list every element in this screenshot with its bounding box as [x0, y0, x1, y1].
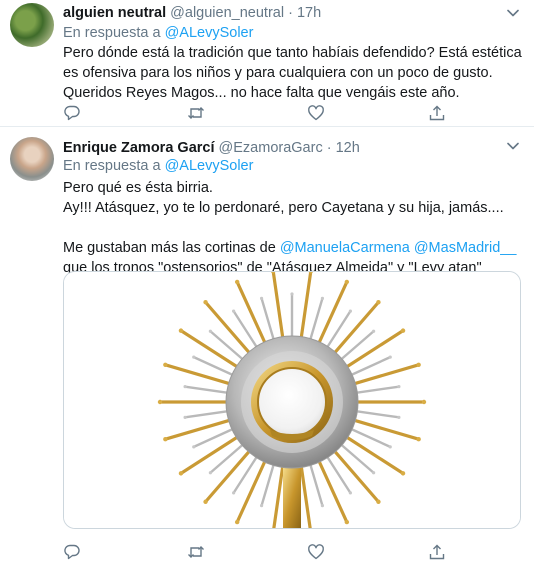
monstrance-ray-tip	[397, 415, 401, 419]
tweet[interactable]: Enrique Zamora Garcí @EzamoraGarc · 12h …	[0, 127, 534, 568]
monstrance-ray-tip	[388, 445, 392, 449]
monstrance-ray-tip	[183, 415, 187, 419]
monstrance-ray-tip	[259, 504, 264, 508]
monstrance-ray-tip	[232, 491, 236, 495]
tweet-actions	[63, 543, 463, 561]
chevron-down-icon[interactable]	[506, 6, 520, 20]
retweet-icon[interactable]	[187, 104, 205, 122]
tweet[interactable]: alguien neutral @alguien_neutral · 17h E…	[0, 0, 534, 127]
tweet-text: Pero dónde está la tradición que tanto h…	[63, 43, 524, 103]
monstrance-ray-tip	[203, 300, 208, 305]
tweet-text: Pero qué es ésta birria. Ay!!! Atásquez,…	[63, 178, 524, 278]
separator-dot: ·	[288, 5, 293, 21]
chevron-down-icon[interactable]	[506, 139, 520, 153]
monstrance-ray-tip	[208, 471, 212, 475]
monstrance-ray-tip	[178, 471, 184, 476]
avatar[interactable]	[10, 137, 54, 181]
monstrance-ray-tip	[208, 329, 212, 333]
like-icon[interactable]	[307, 104, 325, 122]
monstrance-ray-tip	[400, 471, 406, 476]
monstrance-ray-tip	[397, 385, 401, 389]
tweet-header: alguien neutral @alguien_neutral · 17h	[63, 5, 494, 21]
monstrance-ray-tip	[344, 519, 350, 525]
reply-context: En respuesta a @ALevySoler	[63, 158, 253, 174]
tweet-text-line: Ay!!! Atásquez, yo te lo perdonaré, pero…	[63, 200, 504, 216]
reply-icon[interactable]	[63, 543, 81, 561]
monstrance-ray-tip	[157, 399, 163, 405]
retweet-icon[interactable]	[187, 543, 205, 561]
display-name[interactable]: Enrique Zamora Garcí	[63, 140, 215, 156]
tweet-media-image[interactable]	[63, 271, 521, 529]
monstrance-ray-tip	[203, 499, 208, 504]
monstrance-ray-tip	[234, 279, 240, 285]
user-handle[interactable]: @alguien_neutral	[170, 5, 284, 21]
mention-link[interactable]: @MasMadrid__	[414, 240, 517, 256]
monstrance-ray-tip	[372, 471, 376, 475]
monstrance-ray-tip	[388, 355, 392, 359]
monstrance-ray-tip	[232, 309, 236, 313]
tweet-actions	[63, 104, 463, 122]
reply-icon[interactable]	[63, 104, 81, 122]
monstrance-ray-tip	[178, 328, 184, 333]
avatar[interactable]	[10, 3, 54, 47]
share-icon[interactable]	[428, 104, 446, 122]
monstrance-ray-tip	[320, 504, 325, 508]
monstrance-ray-tip	[348, 309, 352, 313]
reply-prefix: En respuesta a	[63, 158, 161, 174]
monstrance-ray-tip	[320, 296, 325, 300]
mention-link[interactable]: @ManuelaCarmena	[280, 240, 410, 256]
monstrance-ray-tip	[421, 399, 427, 405]
separator-dot: ·	[326, 140, 332, 156]
tweet-text-line: Pero dónde está la tradición que tanto h…	[63, 45, 522, 101]
user-handle[interactable]: @EzamoraGarc	[219, 140, 323, 156]
display-name[interactable]: alguien neutral	[63, 5, 166, 21]
monstrance-ray-tip	[259, 296, 264, 300]
monstrance-ray-tip	[400, 328, 406, 333]
share-icon[interactable]	[428, 543, 446, 561]
monstrance-ray-tip	[372, 329, 376, 333]
tweet-header: Enrique Zamora Garcí @EzamoraGarc · 12h	[63, 140, 494, 156]
timestamp[interactable]: 12h	[336, 140, 360, 156]
reply-prefix: En respuesta a	[63, 25, 161, 41]
tweet-text-line: Pero qué es ésta birria.	[63, 180, 213, 196]
monstrance-ray-tip	[163, 436, 168, 442]
monstrance-ray-tip	[234, 519, 240, 525]
tweet-text-fragment: Me gustaban más las cortinas de	[63, 240, 276, 256]
monstrance-ray-tip	[376, 300, 381, 305]
monstrance-ray-tip	[163, 362, 168, 368]
monstrance-ray-tip	[192, 445, 196, 449]
monstrance-ray-tip	[344, 279, 350, 285]
monstrance-image	[64, 272, 520, 528]
reply-mention-link[interactable]: @ALevySoler	[165, 25, 254, 41]
reply-context: En respuesta a @ALevySoler	[63, 25, 253, 41]
monstrance-ray-tip	[348, 491, 352, 495]
like-icon[interactable]	[307, 543, 325, 561]
reply-mention-link[interactable]: @ALevySoler	[165, 158, 254, 174]
monstrance-ray-tip	[183, 385, 187, 389]
monstrance-ray-tip	[290, 292, 294, 296]
timestamp[interactable]: 17h	[297, 5, 321, 21]
monstrance-ray-tip	[376, 499, 381, 504]
monstrance-ray-tip	[416, 362, 421, 368]
monstrance-ray-tip	[416, 436, 421, 442]
monstrance-ray-tip	[192, 355, 196, 359]
